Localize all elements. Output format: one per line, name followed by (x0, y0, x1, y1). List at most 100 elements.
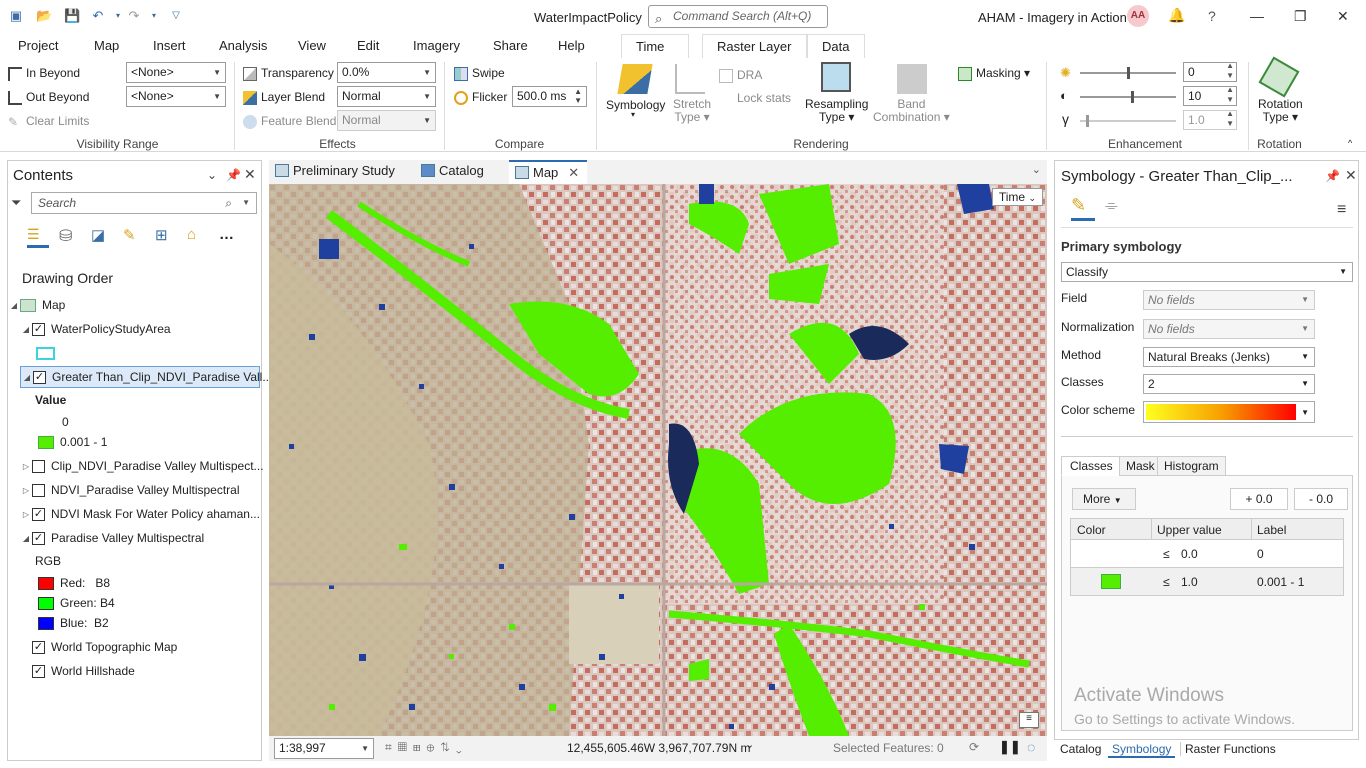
tab-project[interactable]: Project (18, 38, 58, 53)
menu-icon[interactable]: ≡ (1337, 201, 1346, 219)
class-color-swatch[interactable] (1101, 574, 1121, 589)
avatar[interactable]: AA (1127, 5, 1149, 27)
chevron-down-icon[interactable]: ⌄ (1032, 163, 1041, 176)
search-icon[interactable]: ⌕ (225, 193, 232, 213)
tab-imagery[interactable]: Imagery (413, 38, 460, 53)
save-icon[interactable]: 💾 (64, 9, 80, 23)
chevron-down-icon[interactable]: ⌄ (745, 738, 754, 751)
editing-icon[interactable]: ✎ (123, 226, 145, 248)
out-beyond-scale-select[interactable]: <None> ▼ (126, 86, 226, 107)
color-scheme-select[interactable]: ▼ (1143, 401, 1315, 423)
refresh-icon[interactable]: ⟳ (969, 740, 979, 754)
symbology-label[interactable]: Symbology (606, 98, 665, 112)
tab-histogram[interactable]: Histogram (1157, 456, 1226, 476)
expand-triangle-icon[interactable]: ▷ (20, 486, 32, 495)
toc-layer-row[interactable]: ✓ World Hillshade (32, 660, 135, 682)
tab-help[interactable]: Help (558, 38, 585, 53)
resampling-type-button[interactable]: Resampling Type ▾ (805, 98, 868, 124)
minimize-button[interactable]: — (1250, 8, 1264, 24)
toc-layer-row[interactable]: ▷ ✓ NDVI Mask For Water Policy ahaman... (20, 503, 260, 525)
scale-select[interactable]: 1:38,997 ▼ (274, 738, 374, 759)
toc-layer-row[interactable]: ◢ ✓ WaterPolicyStudyArea (20, 318, 171, 340)
transparency-select[interactable]: 0.0% ▼ (337, 62, 436, 83)
toc-layer-row[interactable]: ▷ NDVI_Paradise Valley Multispectral (20, 479, 240, 501)
more-options-icon[interactable]: … (219, 226, 241, 248)
chevron-down-icon[interactable]: ⌄ (207, 168, 217, 182)
close-icon[interactable]: ✕ (244, 166, 256, 183)
map-canvas[interactable]: Time ⌄ ≡ (269, 184, 1047, 736)
clear-limits-button[interactable]: ✎ Clear Limits (8, 114, 89, 129)
in-beyond-scale-select[interactable]: <None> ▼ (126, 62, 226, 83)
drawing-order-icon[interactable]: ☰ (27, 226, 49, 248)
layer-checkbox[interactable] (32, 483, 45, 497)
renderer-select[interactable]: Classify ▼ (1061, 262, 1353, 282)
in-beyond-button[interactable]: In Beyond (8, 66, 80, 81)
snapping-icon[interactable]: ⊞ (155, 226, 177, 248)
collapse-triangle-icon[interactable]: ◢ (21, 373, 33, 382)
time-slider-button[interactable]: Time ⌄ (991, 188, 1043, 206)
collapse-triangle-icon[interactable]: ◢ (20, 325, 32, 334)
tab-mask[interactable]: Mask (1119, 456, 1162, 476)
classes-select[interactable]: 2 ▼ (1143, 374, 1315, 394)
toc-map-row[interactable]: ◢ Map (8, 294, 65, 316)
chevron-down-icon[interactable]: ▼ (242, 193, 250, 213)
splitter[interactable] (1061, 436, 1353, 437)
table-row[interactable]: ≤ 0.0 0 (1070, 540, 1344, 568)
col-label[interactable]: Label (1257, 523, 1286, 537)
redo-dropdown-icon[interactable]: ▾ (146, 9, 162, 23)
open-icon[interactable]: 📂 (36, 9, 52, 23)
upper-value[interactable]: 1.0 (1181, 575, 1198, 589)
tab-catalog[interactable]: Catalog (415, 160, 492, 184)
brightness-thumb[interactable] (1127, 67, 1130, 79)
tab-classes[interactable]: Classes (1061, 456, 1122, 476)
toc-layer-row[interactable]: ◢ ✓ Paradise Valley Multispectral (20, 527, 204, 549)
tab-share[interactable]: Share (493, 38, 528, 53)
increase-precision-button[interactable]: + 0.0 (1230, 488, 1288, 510)
help-icon[interactable]: ? (1208, 8, 1216, 24)
command-search-input[interactable]: ⌕ Command Search (Alt+Q) (648, 5, 828, 28)
notifications-icon[interactable]: 🔔 (1168, 7, 1185, 24)
layer-blend-select[interactable]: Normal ▼ (337, 86, 436, 107)
contrast-thumb[interactable] (1131, 91, 1134, 103)
decrease-precision-button[interactable]: - 0.0 (1294, 488, 1348, 510)
customize-toolbar-icon[interactable]: ▽ (168, 9, 184, 23)
brightness-slider[interactable] (1080, 67, 1176, 79)
expand-triangle-icon[interactable]: ▷ (20, 510, 32, 519)
data-source-icon[interactable]: ⛁ (59, 226, 81, 248)
rotation-type-button[interactable]: Rotation Type ▾ (1258, 98, 1303, 124)
masking-button[interactable]: Masking ▾ (958, 66, 1030, 81)
resampling-type-icon[interactable] (821, 62, 851, 92)
collapse-triangle-icon[interactable]: ◢ (8, 301, 20, 310)
tab-data[interactable]: Data (807, 34, 865, 59)
contrast-slider[interactable] (1080, 91, 1176, 103)
tab-raster-functions-pane[interactable]: Raster Functions (1180, 742, 1280, 756)
chevron-down-icon[interactable]: ▾ (631, 110, 635, 119)
layer-checkbox[interactable]: ✓ (32, 664, 45, 678)
contrast-input[interactable]: 10 ▲ ▼ (1183, 85, 1237, 106)
swipe-button[interactable]: Swipe (454, 66, 505, 81)
col-upper-value[interactable]: Upper value (1157, 523, 1222, 537)
toc-layer-row-selected[interactable]: ◢ ✓ Greater Than_Clip_NDVI_Paradise Vall..… (20, 366, 272, 388)
layer-checkbox[interactable]: ✓ (32, 640, 45, 654)
more-button[interactable]: More ▼ (1072, 488, 1136, 510)
labeling-icon[interactable]: ⌂ (187, 226, 209, 248)
tab-map[interactable]: Map (94, 38, 119, 53)
out-beyond-button[interactable]: Out Beyond (8, 90, 89, 105)
tab-insert[interactable]: Insert (153, 38, 186, 53)
tab-preliminary-study[interactable]: Preliminary Study (269, 160, 403, 184)
col-color[interactable]: Color (1077, 523, 1106, 537)
notes-icon[interactable]: ≡ (1019, 712, 1039, 728)
layer-checkbox[interactable]: ✓ (32, 507, 45, 521)
symbology-icon[interactable] (617, 64, 653, 94)
method-select[interactable]: Natural Breaks (Jenks) ▼ (1143, 347, 1315, 367)
close-button[interactable]: ✕ (1337, 8, 1349, 25)
close-icon[interactable]: ✕ (1345, 167, 1357, 184)
pin-icon[interactable]: 📌 (1325, 169, 1340, 183)
selection-icon[interactable]: ◪ (91, 226, 113, 248)
collapse-ribbon-icon[interactable]: ^ (1348, 138, 1352, 148)
close-icon[interactable]: ✕ (568, 165, 579, 180)
collapse-triangle-icon[interactable]: ◢ (20, 534, 32, 543)
table-row[interactable]: ≤ 1.0 0.001 - 1 (1070, 568, 1344, 596)
user-name[interactable]: AHAM - Imagery in Action (978, 10, 1127, 25)
tab-catalog-pane[interactable]: Catalog (1056, 742, 1105, 756)
